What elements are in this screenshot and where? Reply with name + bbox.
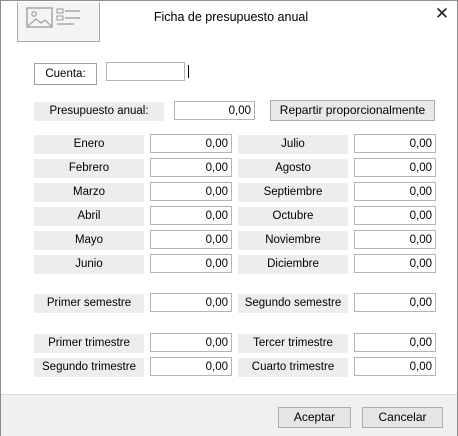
month-label-diciembre: Diciembre xyxy=(238,255,348,274)
cancel-button[interactable]: Cancelar xyxy=(362,407,443,428)
month-label-julio: Julio xyxy=(238,135,348,154)
month-label-enero: Enero xyxy=(34,135,144,154)
dialog-title: Ficha de presupuesto anual xyxy=(153,10,309,24)
semester-label-primero: Primer semestre xyxy=(34,294,144,313)
month-label-febrero: Febrero xyxy=(34,159,144,178)
cuenta-label: Cuenta: xyxy=(34,63,97,85)
month-input-agosto[interactable] xyxy=(354,158,436,177)
dialog-footer: Aceptar Cancelar xyxy=(1,394,457,436)
dialog-window: Ficha de presupuesto anual ✕ Cuenta: Pre… xyxy=(0,0,458,436)
month-input-junio[interactable] xyxy=(150,254,232,273)
month-input-noviembre[interactable] xyxy=(354,230,436,249)
month-input-octubre[interactable] xyxy=(354,206,436,225)
trimester-label-segundo: Segundo trimestre xyxy=(34,358,144,377)
month-label-agosto: Agosto xyxy=(238,159,348,178)
trimester-input-primero[interactable] xyxy=(150,333,232,352)
month-input-diciembre[interactable] xyxy=(354,254,436,273)
semester-input-primero[interactable] xyxy=(150,293,232,312)
month-label-marzo: Marzo xyxy=(34,183,144,202)
semester-input-segundo[interactable] xyxy=(354,293,436,312)
month-label-noviembre: Noviembre xyxy=(238,231,348,250)
trimester-label-primero: Primer trimestre xyxy=(34,334,144,353)
image-placeholder-icon xyxy=(26,7,80,28)
month-input-septiembre[interactable] xyxy=(354,182,436,201)
text-caret xyxy=(188,65,189,78)
month-input-marzo[interactable] xyxy=(150,182,232,201)
month-input-mayo[interactable] xyxy=(150,230,232,249)
month-input-febrero[interactable] xyxy=(150,158,232,177)
trimester-input-cuarto[interactable] xyxy=(354,357,436,376)
trimester-label-tercero: Tercer trimestre xyxy=(238,334,348,353)
trimester-label-cuarto: Cuarto trimestre xyxy=(238,358,348,377)
month-label-septiembre: Septiembre xyxy=(238,183,348,202)
month-label-mayo: Mayo xyxy=(34,231,144,250)
presupuesto-anual-label: Presupuesto anual: xyxy=(34,102,164,121)
month-label-octubre: Octubre xyxy=(238,207,348,226)
cuenta-input[interactable] xyxy=(106,62,185,81)
month-input-julio[interactable] xyxy=(354,134,436,153)
trimester-input-tercero[interactable] xyxy=(354,333,436,352)
month-input-abril[interactable] xyxy=(150,206,232,225)
semester-label-segundo: Segundo semestre xyxy=(238,294,348,313)
repartir-proporcionalmente-button[interactable]: Repartir proporcionalmente xyxy=(270,100,435,121)
close-icon[interactable]: ✕ xyxy=(429,3,455,25)
month-label-junio: Junio xyxy=(34,255,144,274)
accept-button[interactable]: Aceptar xyxy=(278,407,351,428)
logo-placeholder xyxy=(17,2,100,42)
month-input-enero[interactable] xyxy=(150,134,232,153)
month-label-abril: Abril xyxy=(34,207,144,226)
presupuesto-anual-input[interactable] xyxy=(174,101,255,120)
trimester-input-segundo[interactable] xyxy=(150,357,232,376)
